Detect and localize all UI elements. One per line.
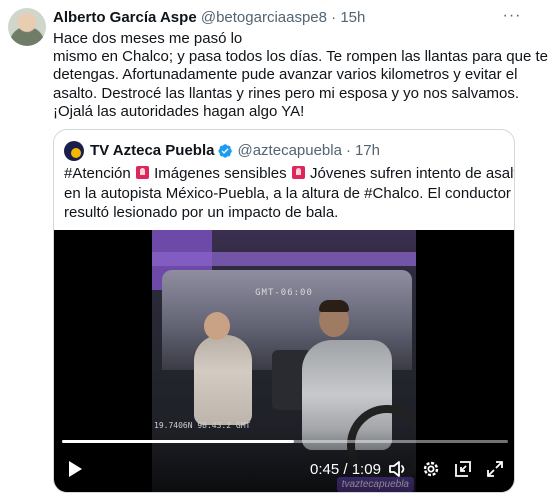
- tweet-time[interactable]: 15h: [340, 9, 365, 26]
- tweet-text-line: ¡Ojalá las autoridades hagan algo YA!: [53, 102, 305, 120]
- tweet[interactable]: Alberto García Aspe @betogarciaaspe8 · 1…: [0, 0, 554, 494]
- more-options-button[interactable]: ···: [500, 6, 524, 26]
- video-timestamp: GMT-06:00: [255, 288, 313, 298]
- settings-icon: [423, 461, 439, 477]
- separator-dot: ·: [345, 142, 351, 159]
- author-avatar[interactable]: [8, 8, 46, 46]
- passenger-head: [204, 312, 230, 340]
- hashtag-atencion[interactable]: #Atención: [64, 165, 131, 182]
- rotating-light-icon: [291, 166, 305, 179]
- volume-icon: [389, 461, 405, 477]
- picture-in-picture-icon: [455, 461, 471, 477]
- video-controls: 0:45 / 1:09: [54, 430, 514, 492]
- quoted-author-name[interactable]: TV Azteca Puebla: [90, 141, 214, 161]
- video-coordinates: 19.7406N 98.43.2 GMT: [154, 421, 251, 430]
- verified-badge-icon: [218, 144, 233, 158]
- video-time-readout: 0:45 / 1:09: [310, 461, 381, 479]
- video-progress-fill: [62, 440, 294, 443]
- tweet-header: Alberto García Aspe @betogarciaaspe8 · 1…: [53, 9, 365, 27]
- video-player[interactable]: GMT-06:00 19.7406N 98.43.2 GMT tvaztecap…: [54, 230, 514, 492]
- picture-in-picture-button[interactable]: [452, 458, 474, 480]
- tweet-text-line: mismo en Chalco; y pasa todos los días. …: [53, 48, 548, 66]
- settings-button[interactable]: [420, 458, 442, 480]
- driver-hair: [319, 300, 349, 312]
- quoted-tweet[interactable]: TV Azteca Puebla @aztecapuebla · 17h #At…: [53, 129, 515, 493]
- separator-dot: ·: [331, 9, 337, 26]
- fullscreen-icon: [487, 461, 503, 477]
- tweet-text-line: asalto. Destrocé las llantas y rines per…: [53, 84, 520, 102]
- tweet-text: Hace dos meses me pasó lo mismo en Chalc…: [53, 30, 548, 121]
- quoted-tweet-text: #Atención Imágenes sensibles Jóvenes suf…: [64, 164, 514, 223]
- quoted-author-avatar[interactable]: [64, 141, 84, 161]
- author-handle[interactable]: @betogarciaaspe8: [201, 9, 327, 26]
- tweet-text-line: Hace dos meses me pasó lo: [53, 30, 243, 47]
- quoted-text-segment: Jóvenes sufren intento de asalto: [309, 165, 515, 182]
- duration: 1:09: [351, 461, 381, 478]
- quoted-tweet-header: TV Azteca Puebla @aztecapuebla · 17h: [64, 141, 380, 161]
- play-button[interactable]: [64, 458, 86, 480]
- quoted-text-line: en la autopista México-Puebla, a la altu…: [64, 184, 511, 202]
- quoted-text-segment: Imágenes sensibles: [154, 165, 287, 182]
- author-display-name[interactable]: Alberto García Aspe: [53, 9, 197, 26]
- quoted-author-handle[interactable]: @aztecapuebla: [237, 141, 341, 161]
- current-time: 0:45: [310, 461, 340, 478]
- passenger-figure: [194, 335, 252, 425]
- tweet-text-line: detengas. Afortunadamente pude avanzar v…: [53, 66, 518, 84]
- frame-decoration: [152, 252, 416, 266]
- rotating-light-icon: [135, 166, 149, 179]
- time-separator: /: [343, 461, 348, 478]
- play-icon: [69, 461, 82, 477]
- mute-button[interactable]: [387, 458, 409, 480]
- quoted-tweet-time[interactable]: 17h: [355, 141, 380, 161]
- video-progress-bar[interactable]: [62, 440, 508, 443]
- quoted-text-line: #Atención Imágenes sensibles Jóvenes suf…: [64, 164, 514, 184]
- fullscreen-button[interactable]: [484, 458, 506, 480]
- quoted-text-line: resultó lesionado por un impacto de bala…: [64, 204, 339, 221]
- more-icon: ···: [502, 7, 522, 24]
